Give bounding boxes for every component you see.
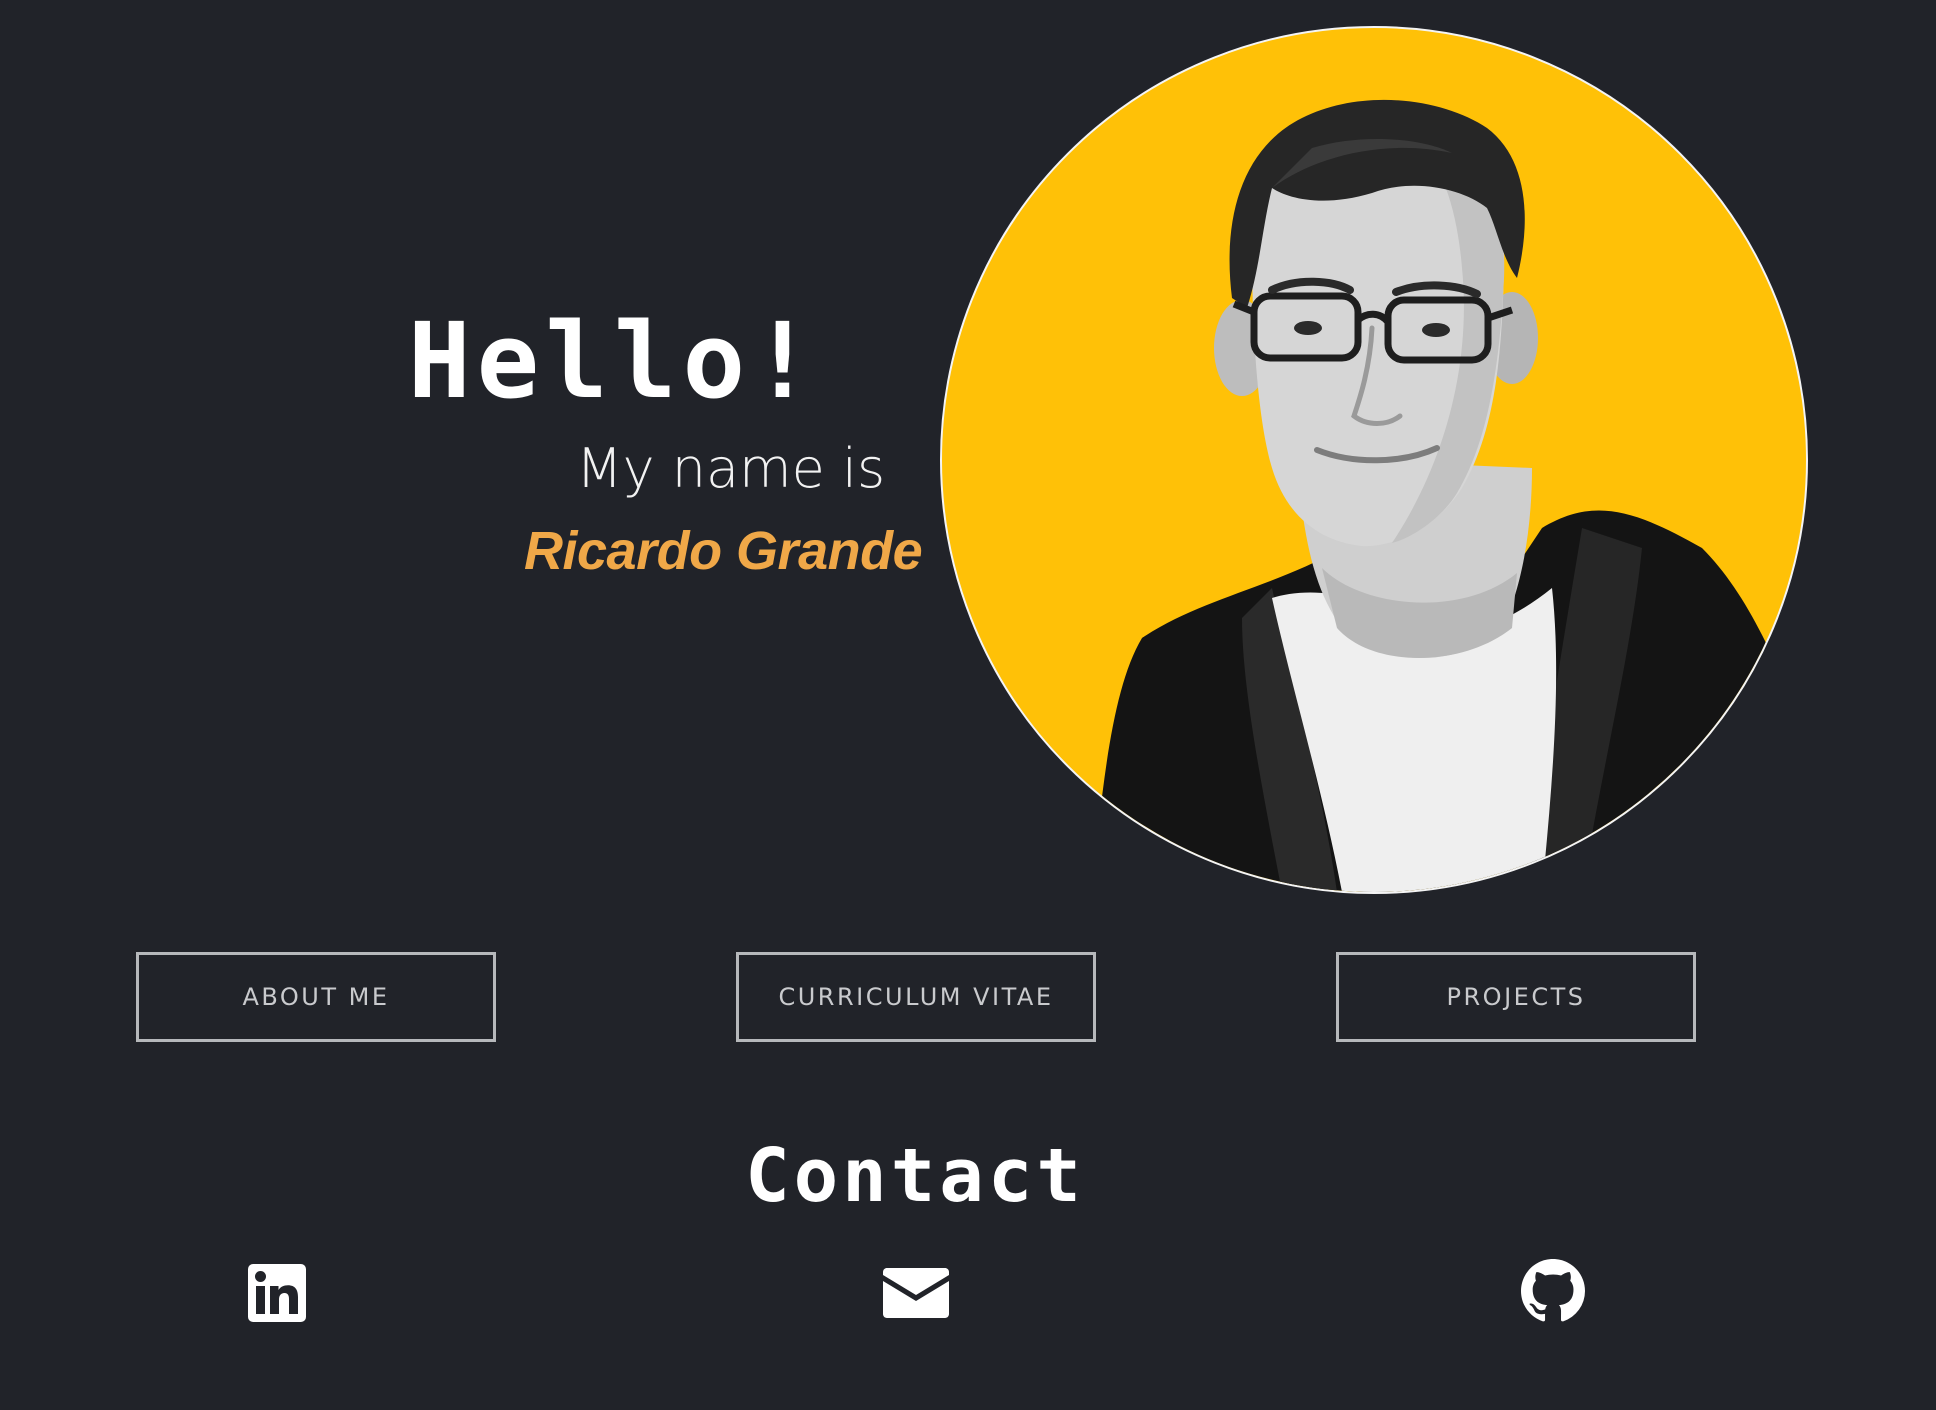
- linkedin-link[interactable]: [246, 1262, 308, 1324]
- email-link[interactable]: [882, 1266, 950, 1320]
- intro-text: My name is: [576, 437, 886, 500]
- curriculum-vitae-button[interactable]: CURRICULUM VITAE: [736, 952, 1096, 1042]
- envelope-icon: [883, 1268, 949, 1318]
- linkedin-icon: [248, 1264, 306, 1322]
- about-me-button[interactable]: ABOUT ME: [136, 952, 496, 1042]
- portrait-illustration: [1092, 99, 1806, 892]
- profile-photo: [940, 26, 1808, 894]
- person-name: Ricardo Grande: [524, 521, 923, 581]
- greeting-heading: Hello!: [408, 300, 820, 422]
- projects-button[interactable]: PROJECTS: [1336, 952, 1696, 1042]
- contact-heading: Contact: [745, 1133, 1085, 1219]
- github-icon: [1521, 1259, 1585, 1322]
- github-link[interactable]: [1520, 1258, 1586, 1324]
